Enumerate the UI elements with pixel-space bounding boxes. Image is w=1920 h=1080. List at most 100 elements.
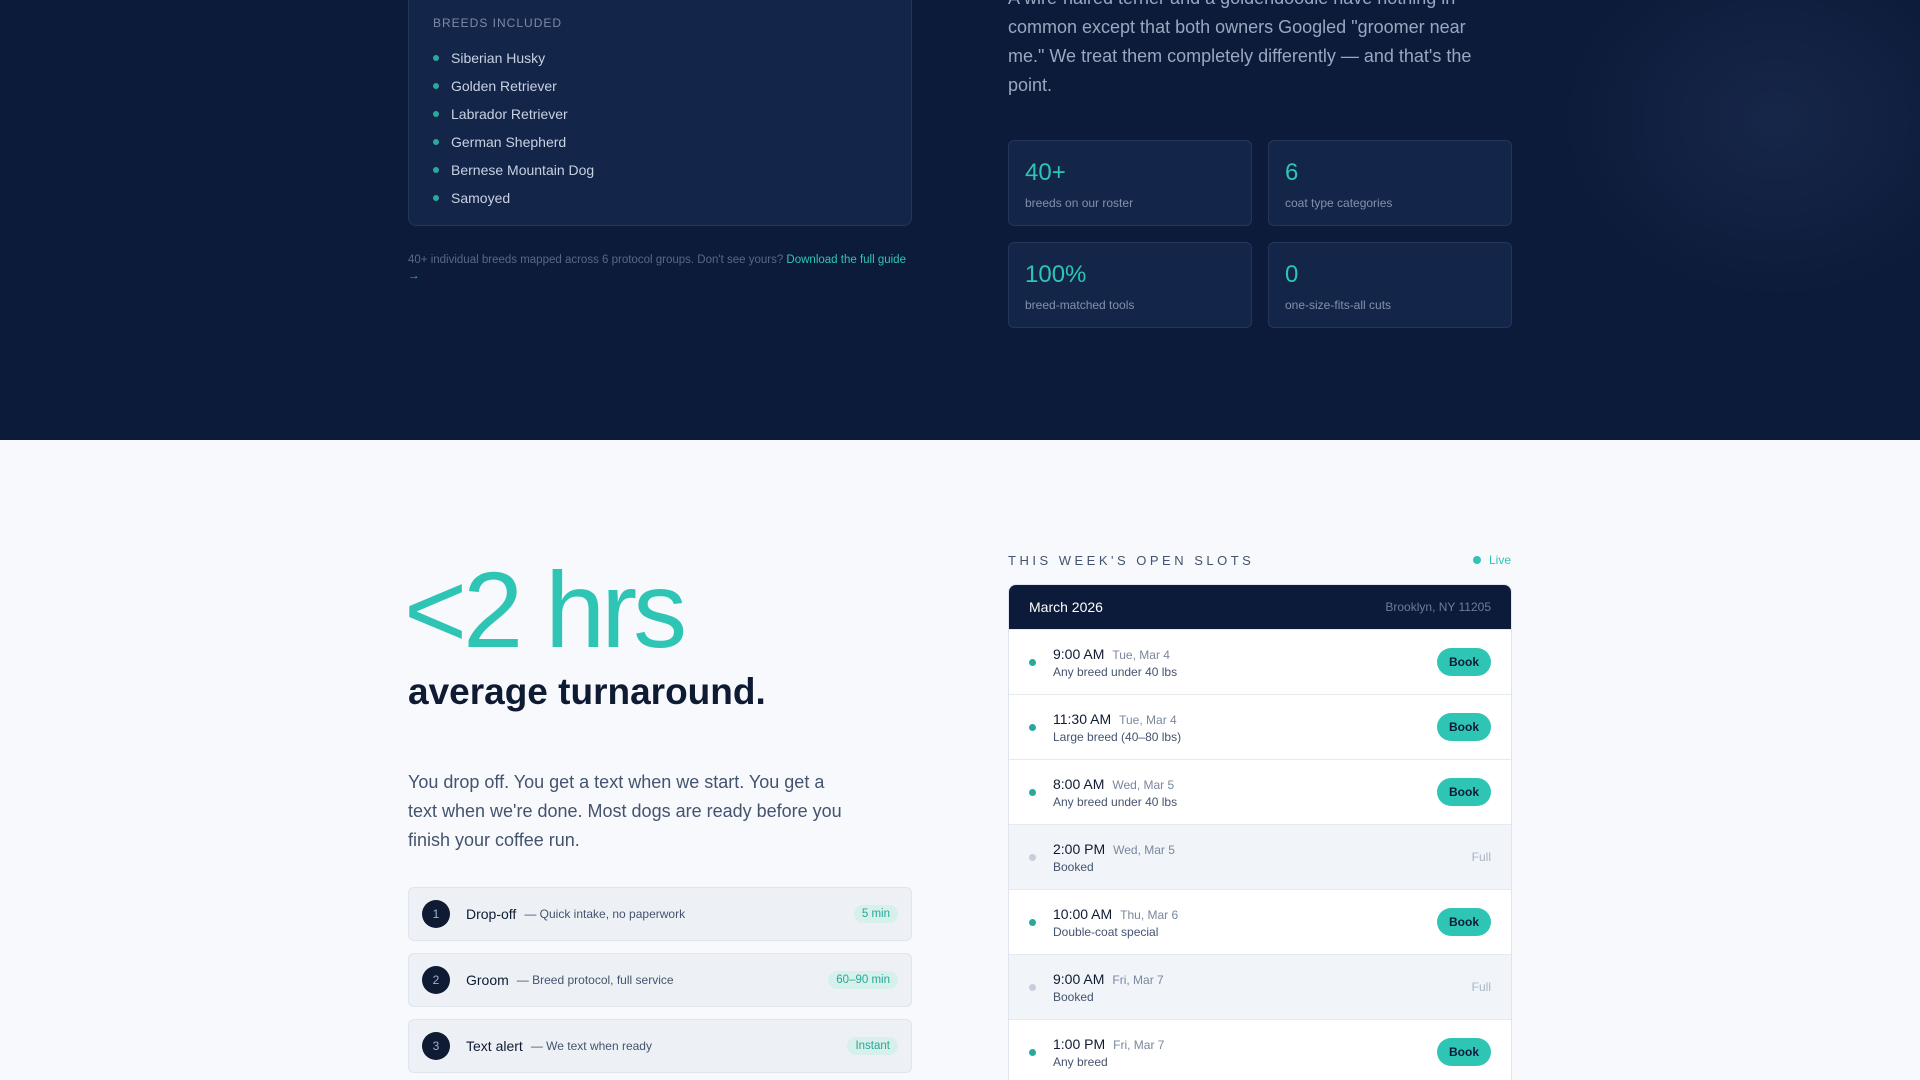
full-label: Full <box>1471 980 1491 994</box>
bullet-icon <box>433 55 439 61</box>
live-label: Live <box>1489 553 1512 567</box>
book-button[interactable]: Book <box>1437 908 1491 936</box>
slot-row: 8:00 AM Wed, Mar 5 Any breed under 40 lbs… <box>1009 759 1511 824</box>
stat-value: 6 <box>1285 159 1299 186</box>
turnaround-lead: You drop off. You get a text when we sta… <box>408 772 842 850</box>
step-title: Text alert <box>466 1038 523 1054</box>
slot-description: Large breed (40–80 lbs) <box>1053 729 1182 744</box>
bullet-icon <box>433 167 439 173</box>
book-button[interactable]: Book <box>1437 778 1491 806</box>
step-number: 3 <box>422 1032 450 1060</box>
slot-time: 8:00 AM <box>1053 775 1105 792</box>
slot-description: Booked <box>1053 989 1094 1004</box>
slot-row: 10:00 AM Thu, Mar 6 Double-coat special B… <box>1009 889 1511 954</box>
breeds-heading: Breeds Included <box>433 16 563 30</box>
bullet-icon <box>433 83 439 89</box>
breed-name: Siberian Husky <box>451 50 546 66</box>
step-title: Groom <box>466 972 509 988</box>
background-glow <box>1560 0 1920 300</box>
slot-info: 9:00 AM Fri, Mar 7 Booked <box>1053 971 1164 1004</box>
live-indicator: Live <box>1473 553 1511 567</box>
step-duration-badge: 60–90 min <box>828 971 898 989</box>
availability-dot-icon <box>1029 1048 1036 1056</box>
breed-name: Samoyed <box>451 190 511 206</box>
slot-time: 2:00 PM <box>1053 840 1106 857</box>
slot-time: 1:00 PM <box>1053 1035 1106 1052</box>
breed-name: German Shepherd <box>451 134 567 150</box>
slot-row: 9:00 AM Tue, Mar 4 Any breed under 40 lbs… <box>1009 629 1511 694</box>
turnaround-stat: <2 hrs <box>404 549 687 670</box>
slot-row: 1:00 PM Fri, Mar 7 Any breed Book <box>1009 1019 1511 1080</box>
step-dropoff: 1 Drop-off — Quick intake, no paperwork … <box>408 887 912 941</box>
slot-day: Thu, Mar 6 <box>1120 907 1179 922</box>
stat-card-cuts: 0 one-size-fits-all cuts <box>1268 242 1512 328</box>
availability-dot-icon <box>1029 658 1036 666</box>
slots-header: March 2026 Brooklyn, NY 11205 <box>1009 585 1511 629</box>
stat-card-coat-types: 6 coat type categories <box>1268 140 1512 226</box>
breed-item: Labrador Retriever <box>433 100 594 128</box>
step-description: — We text when ready <box>530 1039 652 1053</box>
intro-text: A wire-haired terrier and a goldendoodle… <box>1008 0 1472 95</box>
step-duration-badge: 5 min <box>853 905 898 923</box>
slot-day: Wed, Mar 5 <box>1112 777 1175 792</box>
live-dot-icon <box>1473 556 1481 564</box>
slot-day: Tue, Mar 4 <box>1112 647 1170 662</box>
slot-description: Any breed under 40 lbs <box>1053 664 1178 679</box>
breeds-section: Breeds Included Siberian Husky Golden Re… <box>0 0 1920 440</box>
slots-month: March 2026 <box>1029 599 1103 615</box>
turnaround-headline: average turnaround. <box>408 671 766 712</box>
bullet-icon <box>433 111 439 117</box>
slot-description: Booked <box>1053 859 1094 874</box>
bullet-icon <box>433 139 439 145</box>
slot-info: 2:00 PM Wed, Mar 5 Booked <box>1053 841 1175 874</box>
stat-value: 0 <box>1285 261 1299 288</box>
step-text-alert: 3 Text alert — We text when ready Instan… <box>408 1019 912 1073</box>
step-description: — Breed protocol, full service <box>516 973 674 987</box>
slots-heading: THIS WEEK'S OPEN SLOTS <box>1008 553 1255 568</box>
breed-name: Golden Retriever <box>451 78 557 94</box>
availability-dot-icon <box>1029 918 1036 926</box>
slot-time: 9:00 AM <box>1053 970 1105 987</box>
slot-day: Wed, Mar 5 <box>1113 842 1175 857</box>
stat-card-tools: 100% breed-matched tools <box>1008 242 1252 328</box>
stat-label: one-size-fits-all cuts <box>1285 298 1392 312</box>
breed-name: Bernese Mountain Dog <box>451 162 595 178</box>
breed-list: Siberian Husky Golden Retriever Labrador… <box>433 44 594 212</box>
book-button[interactable]: Book <box>1437 713 1491 741</box>
slot-day: Tue, Mar 4 <box>1119 712 1177 727</box>
breeds-card: Breeds Included Siberian Husky Golden Re… <box>408 0 912 226</box>
slot-info: 9:00 AM Tue, Mar 4 Any breed under 40 lbs <box>1053 646 1177 679</box>
slot-info: 10:00 AM Thu, Mar 6 Double-coat special <box>1053 906 1178 939</box>
stat-label: coat type categories <box>1285 196 1393 210</box>
unavailable-dot-icon <box>1029 853 1036 861</box>
slot-description: Any breed <box>1053 1054 1108 1069</box>
book-button[interactable]: Book <box>1437 648 1491 676</box>
slots-location: Brooklyn, NY 11205 <box>1385 600 1491 614</box>
breed-item: Samoyed <box>433 184 594 212</box>
breed-item: Golden Retriever <box>433 72 594 100</box>
slot-time: 10:00 AM <box>1053 905 1113 922</box>
bullet-icon <box>433 195 439 201</box>
stat-label: breed-matched tools <box>1025 298 1135 312</box>
slot-time: 11:30 AM <box>1053 710 1112 727</box>
unavailable-dot-icon <box>1029 983 1036 991</box>
stat-value: 40+ <box>1025 159 1066 186</box>
slot-info: 1:00 PM Fri, Mar 7 Any breed <box>1053 1036 1164 1069</box>
book-button[interactable]: Book <box>1437 1038 1491 1066</box>
breed-item: German Shepherd <box>433 128 594 156</box>
availability-dot-icon <box>1029 788 1036 796</box>
breeds-note-text: 40+ individual breeds mapped across 6 pr… <box>408 254 784 266</box>
step-duration-badge: Instant <box>847 1037 898 1055</box>
step-number: 2 <box>422 966 450 994</box>
step-groom: 2 Groom — Breed protocol, full service 6… <box>408 953 912 1007</box>
breeds-note: 40+ individual breeds mapped across 6 pr… <box>408 252 908 284</box>
slots-calendar: March 2026 Brooklyn, NY 11205 9:00 AM Tue… <box>1008 584 1512 1080</box>
availability-dot-icon <box>1029 723 1036 731</box>
breed-item: Siberian Husky <box>433 44 594 72</box>
slot-day: Fri, Mar 7 <box>1112 972 1164 987</box>
slot-description: Double-coat special <box>1053 924 1159 939</box>
slot-row-full: 2:00 PM Wed, Mar 5 Booked Full <box>1009 824 1511 889</box>
slot-day: Fri, Mar 7 <box>1113 1037 1165 1052</box>
step-description: — Quick intake, no paperwork <box>524 907 686 921</box>
step-title: Drop-off <box>466 906 517 922</box>
